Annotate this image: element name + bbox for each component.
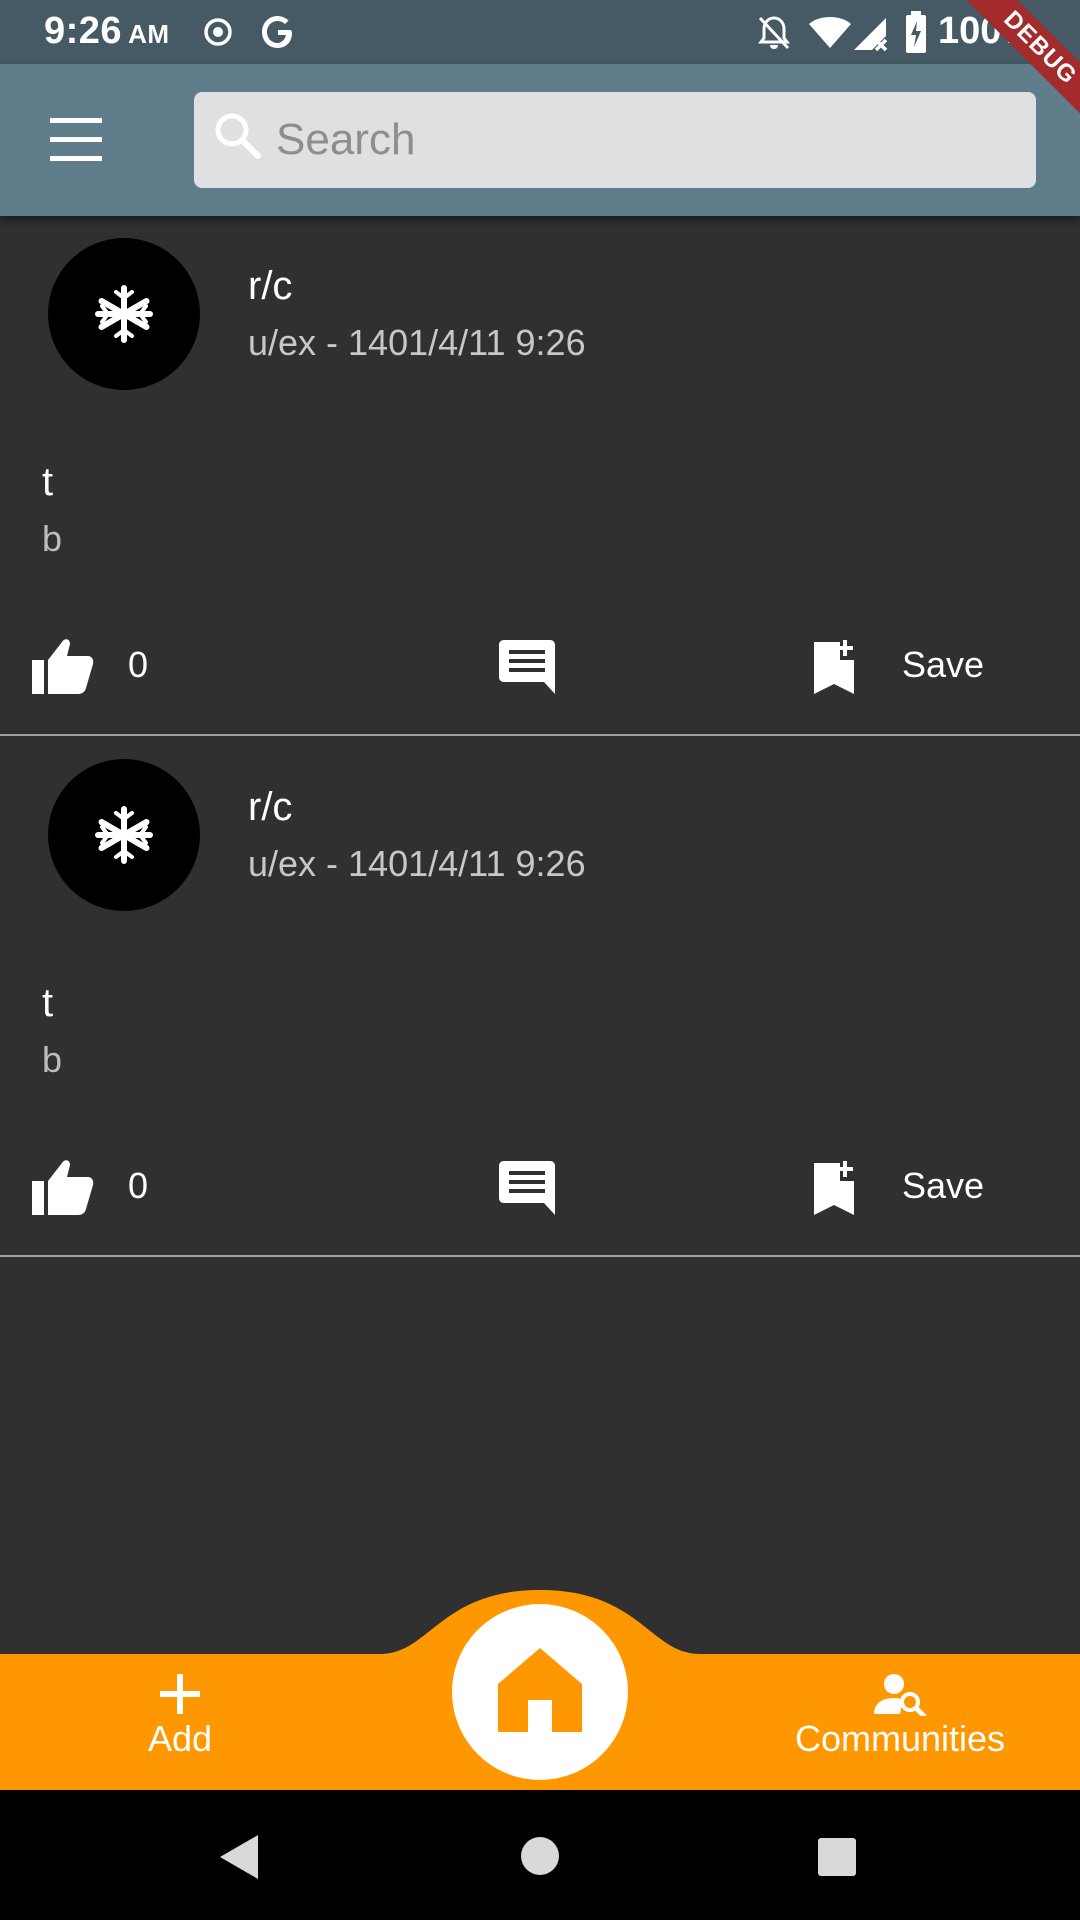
signal-icon [854,18,888,52]
post-title: t [42,460,54,504]
thumb-up-icon [32,1160,94,1215]
status-time-value: 9:26 [44,10,123,52]
like-button[interactable] [30,1157,96,1217]
post-body: b [42,1039,63,1080]
location-icon [204,18,232,46]
save-label: Save [902,644,985,685]
menu-icon [50,118,102,161]
community-avatar[interactable] [48,759,200,911]
post-meta: u/ex - 1401/4/11 9:26 [248,843,586,884]
nav-add-label: Add [147,1718,213,1759]
save-button[interactable]: Save [810,1157,1010,1217]
recents-icon[interactable] [816,1836,858,1878]
post-body: b [42,518,63,559]
back-icon[interactable] [216,1832,262,1882]
save-button[interactable]: Save [810,636,1010,696]
bottom-navigation: Add Communities [0,1590,1080,1790]
app-bar [0,64,1080,216]
system-navigation-bar [0,1790,1080,1920]
menu-button[interactable] [36,106,116,174]
community-avatar[interactable] [48,238,200,390]
status-bar: 9:26 AM 100% [0,0,1080,64]
comment-button[interactable] [498,636,556,696]
home-button[interactable] [452,1604,628,1780]
comment-icon [499,640,555,694]
search-icon [212,110,264,162]
wifi-icon [809,17,851,48]
comment-button[interactable] [498,1157,556,1217]
nav-communities-button[interactable]: Communities [770,1672,1030,1782]
bookmark-add-icon [814,640,854,694]
post-title: t [42,981,54,1025]
post-meta: u/ex - 1401/4/11 9:26 [248,322,586,363]
bookmark-add-icon [814,1161,854,1215]
search-input[interactable] [274,92,1014,188]
nav-communities-label: Communities [794,1718,1006,1759]
home-icon [498,1648,582,1732]
status-time-ampm: AM [128,19,170,49]
nav-add-button[interactable]: Add [120,1672,240,1782]
post-card[interactable]: r/c u/ex - 1401/4/11 9:26 t b 0 Save [0,216,1080,736]
notifications-off-icon [758,16,790,50]
home-circle-icon[interactable] [518,1834,562,1878]
search-box[interactable] [194,92,1036,188]
snowflake-icon [95,806,153,864]
comment-icon [499,1161,555,1215]
like-button[interactable] [30,636,96,696]
plus-icon [160,1674,200,1714]
post-card[interactable]: r/c u/ex - 1401/4/11 9:26 t b 0 Save [0,737,1080,1257]
like-count: 0 [128,644,149,685]
google-icon [262,16,292,48]
post-community[interactable]: r/c [248,785,292,830]
people-search-icon [874,1674,927,1716]
status-time: 9:26 AM [44,10,170,53]
save-label: Save [902,1165,985,1206]
thumb-up-icon [32,639,94,694]
battery-charging-icon [906,11,926,53]
snowflake-icon [95,285,153,343]
post-community[interactable]: r/c [248,264,292,309]
like-count: 0 [128,1165,149,1206]
